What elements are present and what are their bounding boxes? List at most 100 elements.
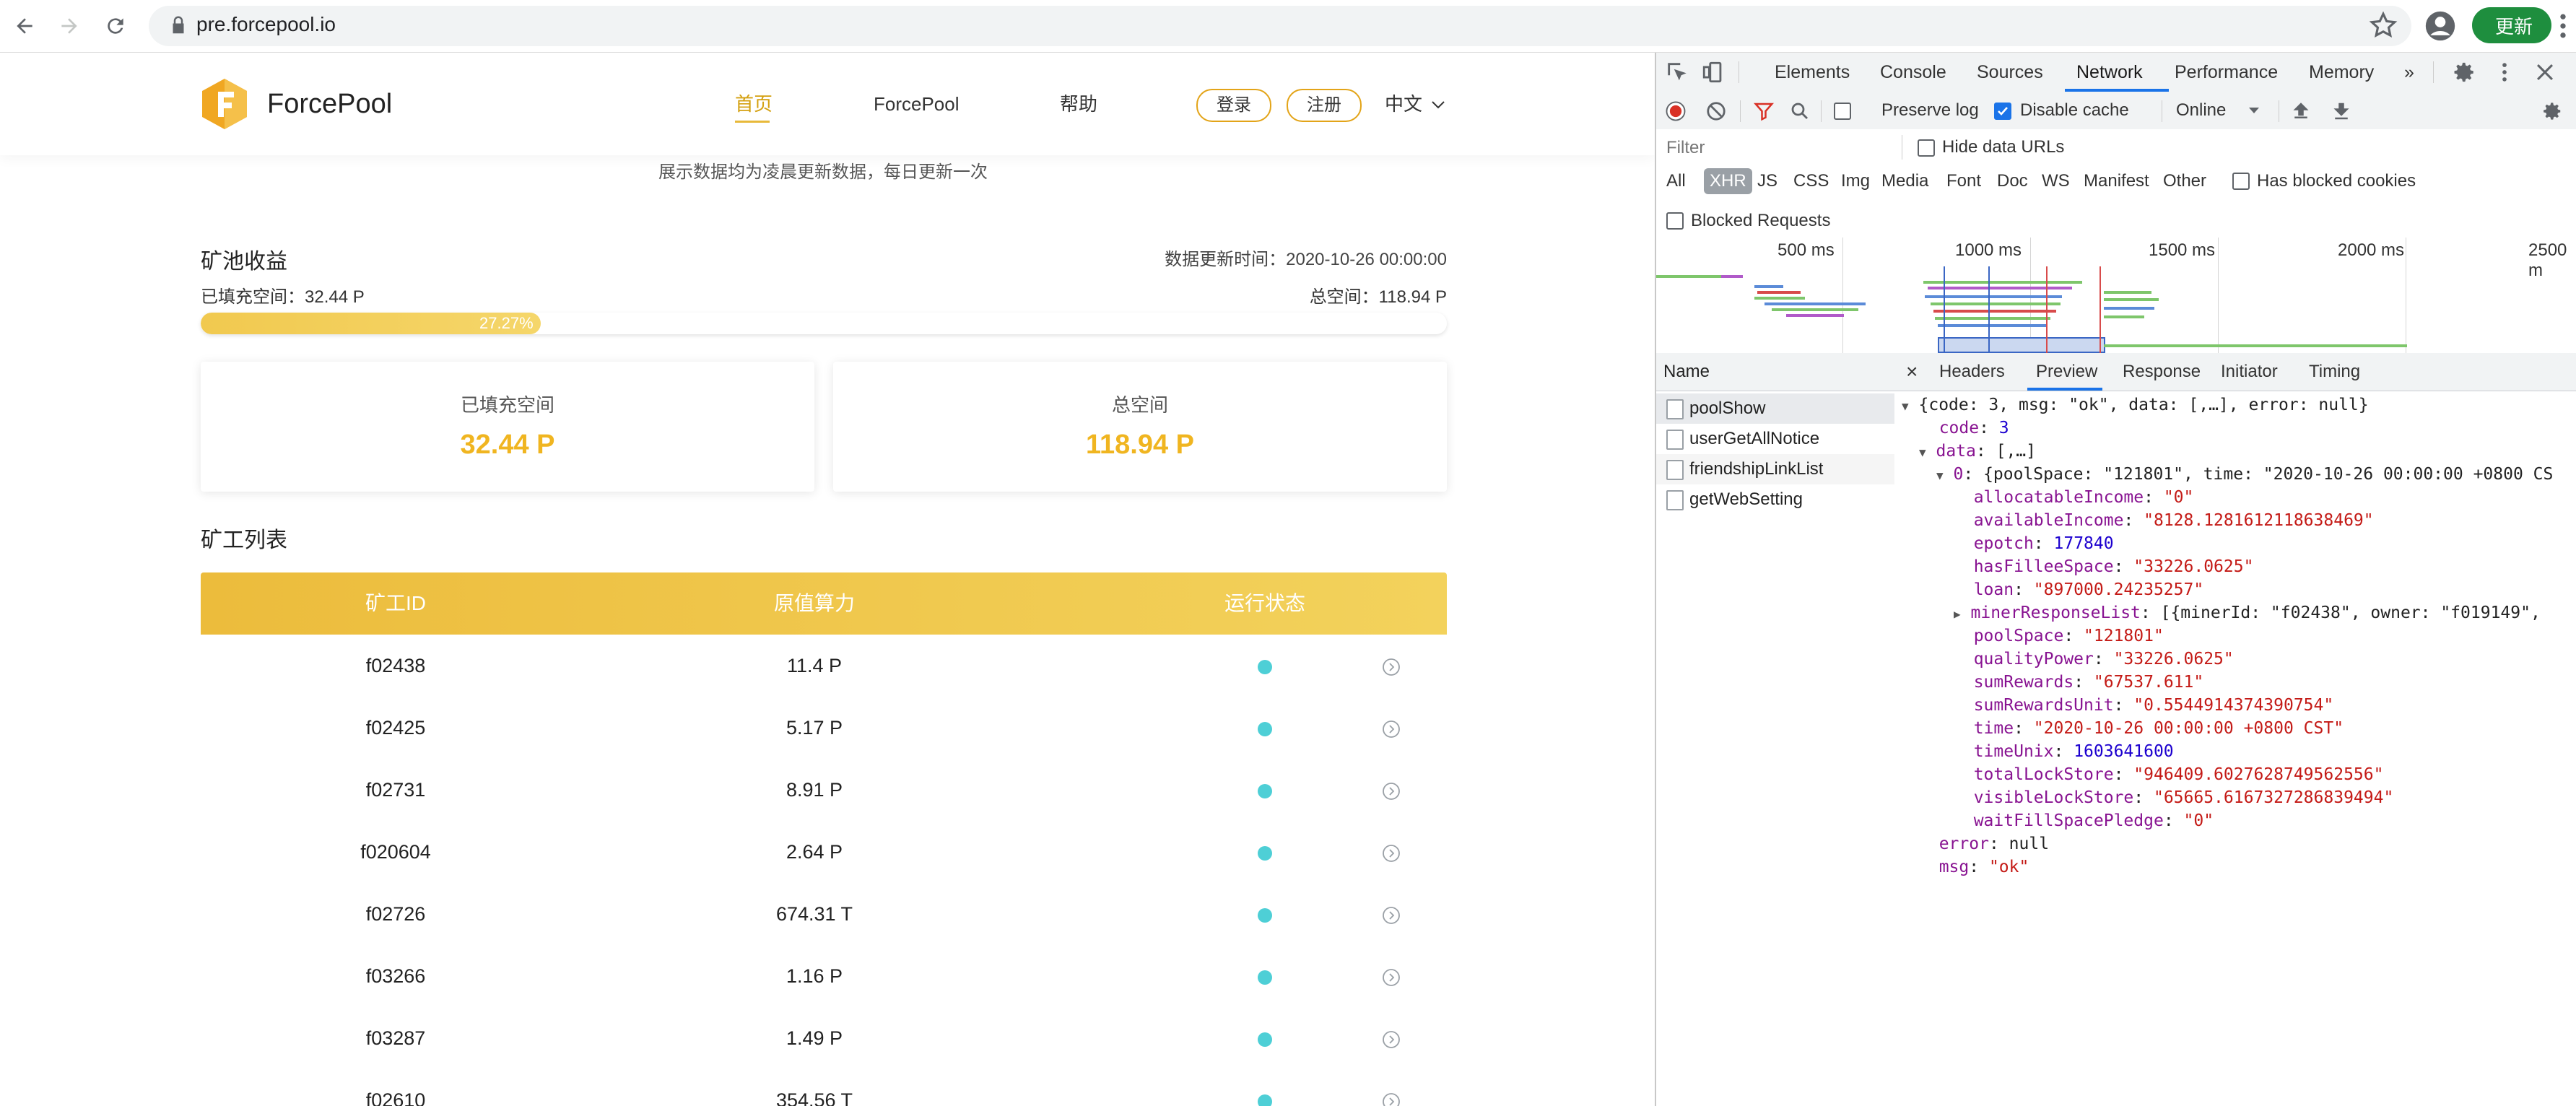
type-filter-manifest[interactable]: Manifest — [2084, 168, 2149, 194]
search-icon[interactable] — [1789, 100, 1811, 122]
more-tabs-button[interactable]: » — [2404, 53, 2414, 92]
request-row[interactable]: friendshipLinkList — [1656, 454, 1894, 484]
name-column-header[interactable]: Name — [1656, 353, 1894, 391]
arrow-circle-icon[interactable] — [1382, 1030, 1401, 1049]
arrow-circle-icon[interactable] — [1382, 658, 1401, 676]
forward-button[interactable] — [51, 7, 88, 45]
device-toolbar-icon[interactable] — [1701, 60, 1726, 84]
update-button[interactable]: 更新 — [2472, 7, 2551, 43]
expand-toggle-icon[interactable]: ▼ — [1919, 445, 1926, 459]
close-icon[interactable] — [2533, 60, 2557, 84]
miner-id[interactable]: f02731 — [287, 759, 504, 821]
json-line[interactable]: ▼ 0: {poolSpace: "121801", time: "2020-1… — [1936, 463, 2553, 486]
gear-icon[interactable] — [2541, 100, 2563, 122]
type-filter-media[interactable]: Media — [1881, 168, 1928, 194]
tab-network[interactable]: Network — [2076, 53, 2143, 92]
preserve-log-checkbox[interactable] — [1834, 103, 1851, 120]
json-line[interactable]: ▶ minerResponseList: [{minerId: "f02438"… — [1954, 601, 2541, 624]
tab-performance[interactable]: Performance — [2175, 53, 2278, 92]
type-filter-js[interactable]: JS — [1757, 168, 1777, 194]
language-select[interactable]: 中文 — [1385, 90, 1422, 118]
table-row[interactable]: f02425 5.17 P — [201, 697, 1447, 759]
json-line[interactable]: ▼ {code: 3, msg: "ok", data: [,…], error… — [1902, 393, 2369, 417]
tab-sources[interactable]: Sources — [1977, 53, 2043, 92]
type-filter-xhr[interactable]: XHR — [1704, 168, 1752, 194]
type-filter-ws[interactable]: WS — [2042, 168, 2070, 194]
chevron-down-icon[interactable] — [1431, 99, 1445, 110]
miner-id[interactable]: f03266 — [287, 945, 504, 1007]
address-bar[interactable] — [149, 6, 2411, 46]
arrow-circle-icon[interactable] — [1382, 782, 1401, 801]
tab-preview[interactable]: Preview — [2036, 353, 2097, 391]
filter-input[interactable] — [1665, 135, 1899, 161]
more-vert-icon[interactable] — [2554, 10, 2572, 42]
type-filter-doc[interactable]: Doc — [1997, 168, 2028, 194]
type-filter-other[interactable]: Other — [2163, 168, 2206, 194]
close-detail-button[interactable]: × — [1906, 353, 1918, 391]
has-blocked-cookies-checkbox[interactable] — [2232, 173, 2250, 190]
back-button[interactable] — [6, 7, 43, 45]
caret-down-icon[interactable] — [2248, 106, 2260, 115]
arrow-circle-icon[interactable] — [1382, 844, 1401, 863]
throttle-select[interactable]: Online — [2176, 92, 2226, 129]
miner-id[interactable]: f02438 — [287, 635, 504, 697]
table-row[interactable]: f02610 354.56 T — [201, 1069, 1447, 1106]
profile-icon[interactable] — [2424, 10, 2456, 42]
clear-icon[interactable] — [1705, 100, 1727, 122]
more-vert-icon[interactable] — [2492, 60, 2517, 84]
arrow-circle-icon[interactable] — [1382, 968, 1401, 987]
tab-elements[interactable]: Elements — [1775, 53, 1850, 92]
upload-icon[interactable] — [2290, 100, 2312, 122]
json-line[interactable]: ▼ data: [,…] — [1919, 440, 2036, 463]
arrow-circle-icon[interactable] — [1382, 720, 1401, 739]
brand-name[interactable]: ForcePool — [267, 86, 392, 122]
table-row[interactable]: f020604 2.64 P — [201, 821, 1447, 884]
timeline-selection[interactable] — [1938, 337, 2105, 353]
filter-icon[interactable] — [1753, 100, 1775, 122]
request-row[interactable]: userGetAllNotice — [1656, 424, 1894, 454]
reload-button[interactable] — [97, 7, 134, 45]
network-timeline[interactable]: 500 ms 1000 ms 1500 ms 2000 ms 2500 m — [1656, 238, 2576, 354]
lock-icon[interactable] — [167, 14, 189, 36]
table-row[interactable]: f02726 674.31 T — [201, 883, 1447, 946]
nav-home[interactable]: 首页 — [735, 90, 773, 118]
miner-id[interactable]: f02425 — [287, 697, 504, 759]
miner-id[interactable]: f020604 — [287, 821, 504, 883]
miner-id[interactable]: f03287 — [287, 1007, 504, 1069]
table-row[interactable]: f03287 1.49 P — [201, 1007, 1447, 1070]
request-row[interactable]: getWebSetting — [1656, 484, 1894, 515]
arrow-circle-icon[interactable] — [1382, 906, 1401, 925]
arrow-circle-icon[interactable] — [1382, 1092, 1401, 1106]
table-row[interactable]: f02438 11.4 P — [201, 635, 1447, 697]
login-button[interactable]: 登录 — [1196, 89, 1271, 122]
tab-initiator[interactable]: Initiator — [2221, 353, 2278, 391]
type-filter-font[interactable]: Font — [1946, 168, 1981, 194]
gear-icon[interactable] — [2452, 60, 2476, 84]
blocked-requests-checkbox[interactable] — [1666, 212, 1684, 230]
table-row[interactable]: f02731 8.91 P — [201, 759, 1447, 822]
table-row[interactable]: f03266 1.16 P — [201, 945, 1447, 1008]
miner-id[interactable]: f02610 — [287, 1069, 504, 1106]
url-text[interactable]: pre.forcepool.io — [196, 10, 336, 39]
type-filter-all[interactable]: All — [1666, 168, 1686, 194]
inspect-icon[interactable] — [1665, 60, 1689, 84]
tab-timing[interactable]: Timing — [2309, 353, 2360, 391]
download-icon[interactable] — [2331, 100, 2352, 122]
tab-response[interactable]: Response — [2123, 353, 2201, 391]
type-filter-img[interactable]: Img — [1841, 168, 1870, 194]
miner-id[interactable]: f02726 — [287, 883, 504, 945]
expand-toggle-icon[interactable]: ▼ — [1936, 469, 1944, 482]
hide-data-urls-checkbox[interactable] — [1918, 139, 1935, 157]
request-row[interactable]: poolShow — [1656, 393, 1894, 424]
tab-console[interactable]: Console — [1880, 53, 1946, 92]
nav-forcepool[interactable]: ForcePool — [874, 90, 960, 118]
forcepool-logo[interactable] — [201, 77, 248, 131]
expand-toggle-icon[interactable]: ▶ — [1954, 607, 1961, 621]
nav-help[interactable]: 帮助 — [1060, 90, 1097, 118]
star-icon[interactable] — [2368, 10, 2398, 40]
record-icon[interactable] — [1665, 100, 1687, 122]
tab-headers[interactable]: Headers — [1939, 353, 2005, 391]
register-button[interactable]: 注册 — [1287, 89, 1362, 122]
tab-memory[interactable]: Memory — [2309, 53, 2374, 92]
type-filter-css[interactable]: CSS — [1793, 168, 1829, 194]
